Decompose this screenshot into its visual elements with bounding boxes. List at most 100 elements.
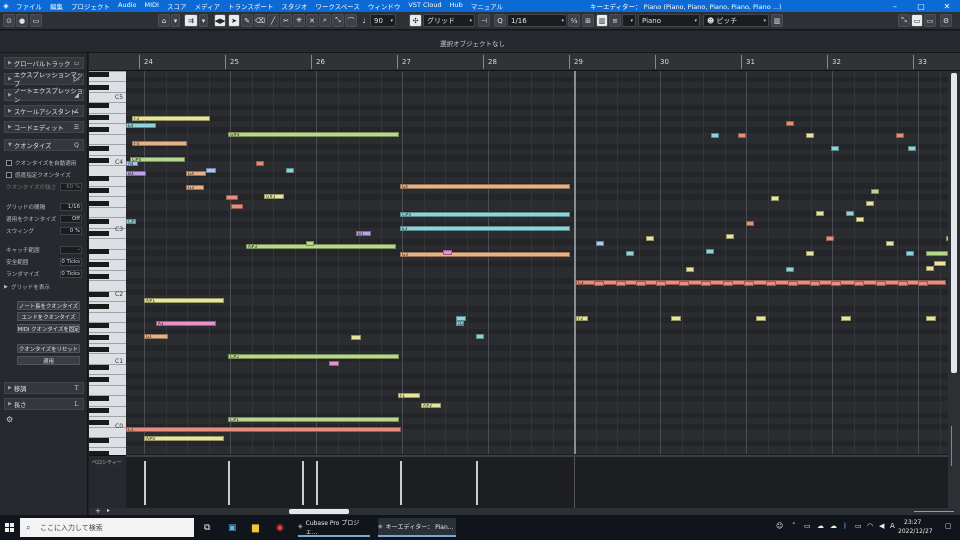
midi-note[interactable] — [918, 281, 928, 286]
volume-icon[interactable]: ◀ — [879, 522, 884, 530]
random-field[interactable]: 0 Ticks — [60, 269, 82, 278]
midi-note[interactable] — [226, 195, 238, 200]
timewarp-tool-icon[interactable]: ⌒ — [345, 14, 357, 27]
chord-icon[interactable]: ≡ — [609, 14, 621, 27]
dropdown-icon[interactable]: ▾ — [171, 14, 180, 27]
midi-note[interactable] — [854, 281, 864, 286]
black-key[interactable] — [89, 292, 109, 298]
midi-note[interactable] — [256, 161, 264, 166]
midi-note[interactable]: F3 — [132, 116, 210, 121]
midi-note[interactable] — [786, 267, 794, 272]
velocity-bar[interactable] — [400, 461, 402, 505]
midi-note[interactable]: C#4 — [130, 157, 185, 162]
midi-note[interactable]: G1 — [144, 334, 168, 339]
menu-item[interactable]: トランスポート — [224, 1, 277, 11]
menu-item[interactable]: Hub — [446, 1, 467, 11]
midi-note[interactable] — [231, 204, 243, 209]
midi-note[interactable] — [826, 236, 834, 241]
split-tool-icon[interactable]: ✂ — [280, 14, 292, 27]
midi-note[interactable] — [701, 281, 711, 286]
quantize-length-button[interactable]: ノート長をクオンタイズ — [17, 301, 80, 310]
project-cursor[interactable] — [574, 71, 576, 454]
menu-item[interactable]: Audio — [114, 1, 140, 11]
black-key[interactable] — [89, 176, 109, 182]
clock-time[interactable]: 23:27 — [904, 519, 921, 526]
midi-note[interactable] — [306, 241, 314, 246]
zoom-tool-icon[interactable]: ⌕ — [319, 14, 331, 27]
minimize-icon[interactable]: – — [882, 0, 908, 12]
midi-note[interactable]: A#3 — [246, 244, 396, 249]
black-key[interactable] — [89, 200, 109, 206]
midi-note[interactable] — [786, 121, 794, 126]
midi-note[interactable]: C1 — [126, 427, 401, 432]
bluetooth-icon[interactable]: ᛒ — [843, 522, 847, 530]
midi-note[interactable] — [443, 250, 452, 255]
midi-note[interactable]: C#4 — [400, 212, 570, 217]
cubase-app-icon[interactable]: ◈ — [0, 0, 12, 12]
midi-note[interactable] — [926, 266, 934, 271]
misc-select[interactable]: ▾ — [622, 14, 636, 27]
erase-tool-icon[interactable]: ⌫ — [254, 14, 266, 27]
snap-mode-select[interactable]: グリッド ▾ — [423, 14, 475, 27]
midi-note[interactable] — [766, 281, 776, 286]
midi-note[interactable] — [906, 251, 914, 256]
maximize-icon[interactable]: ▢ — [908, 0, 934, 12]
midi-note[interactable] — [286, 168, 294, 173]
section-scale-assistant[interactable]: ▶ スケールアシスタント ∡ — [4, 105, 84, 117]
midi-note[interactable]: F2 — [576, 316, 588, 321]
insert-velocity-field[interactable]: 90 ▾ — [370, 14, 396, 27]
black-key[interactable] — [89, 304, 109, 310]
strength-field[interactable]: 60 % — [60, 182, 82, 191]
midi-note[interactable] — [771, 196, 779, 201]
piano-keyboard[interactable]: C5 C4 C3 C2 C1 C0 — [89, 71, 126, 508]
midi-note[interactable] — [831, 281, 841, 286]
section-quantize[interactable]: ▼ クオンタイズ Q — [4, 139, 84, 151]
midi-note[interactable] — [711, 133, 719, 138]
people-icon[interactable]: ☺ — [776, 522, 783, 530]
midi-note[interactable] — [898, 281, 908, 286]
midi-note[interactable] — [671, 316, 681, 321]
checkbox[interactable] — [6, 159, 12, 166]
midi-note[interactable] — [756, 316, 766, 321]
ime-icon[interactable]: A — [890, 522, 895, 530]
midi-note[interactable] — [934, 261, 946, 266]
midi-note[interactable] — [871, 189, 879, 194]
midi-note[interactable] — [810, 281, 820, 286]
black-key[interactable] — [89, 438, 109, 444]
velocity-bar[interactable] — [316, 461, 318, 505]
collapse-icon[interactable]: ⤡ — [898, 14, 910, 27]
left-zone-icon[interactable]: ▭ — [911, 14, 923, 27]
tray-chevron-icon[interactable]: ˄ — [792, 522, 796, 530]
midi-note[interactable] — [738, 133, 746, 138]
swing-field[interactable]: 0 % — [60, 226, 82, 235]
black-key[interactable] — [89, 261, 109, 267]
section-note-expression[interactable]: ▶ ノートエクスプレッション ◢ — [4, 88, 84, 104]
menu-item[interactable]: スコア — [163, 1, 191, 11]
keyboard-icon[interactable]: ▥ — [596, 14, 608, 27]
mute-tool-icon[interactable]: ✕ — [306, 14, 318, 27]
midi-note[interactable] — [744, 281, 754, 286]
menu-item[interactable]: 編集 — [46, 1, 67, 11]
black-key[interactable] — [89, 145, 109, 151]
midi-note[interactable] — [596, 241, 604, 246]
reset-quantize-button[interactable]: クオンタイズをリセット — [17, 344, 80, 353]
display-icon[interactable]: ▭ — [855, 522, 862, 530]
midi-note[interactable]: G3 — [400, 252, 570, 257]
midi-note[interactable] — [706, 249, 714, 254]
midi-note[interactable]: B1 — [356, 231, 371, 236]
midi-note[interactable] — [723, 281, 733, 286]
black-key[interactable] — [89, 322, 109, 328]
midi-note[interactable] — [746, 221, 754, 226]
apply-quantize-button[interactable]: 適用 — [17, 356, 80, 365]
taskbar-app-cubase-project[interactable]: ◈ Cubase Pro プロジェ... — [298, 518, 370, 537]
midi-note[interactable] — [896, 133, 904, 138]
midi-note[interactable]: B3 — [126, 171, 146, 176]
glue-tool-icon[interactable]: ⎈ — [293, 14, 305, 27]
close-icon[interactable]: ✕ — [934, 0, 960, 12]
midi-note[interactable]: G#3 — [264, 194, 284, 199]
draw-tool-icon[interactable]: ✎ — [241, 14, 253, 27]
midi-note[interactable]: F1 — [398, 393, 420, 398]
black-key[interactable] — [89, 102, 109, 108]
horizontal-scroll-thumb[interactable] — [289, 509, 349, 514]
taskbar-app-key-editor[interactable]: ◈ キーエディター： Pian... — [378, 518, 456, 537]
